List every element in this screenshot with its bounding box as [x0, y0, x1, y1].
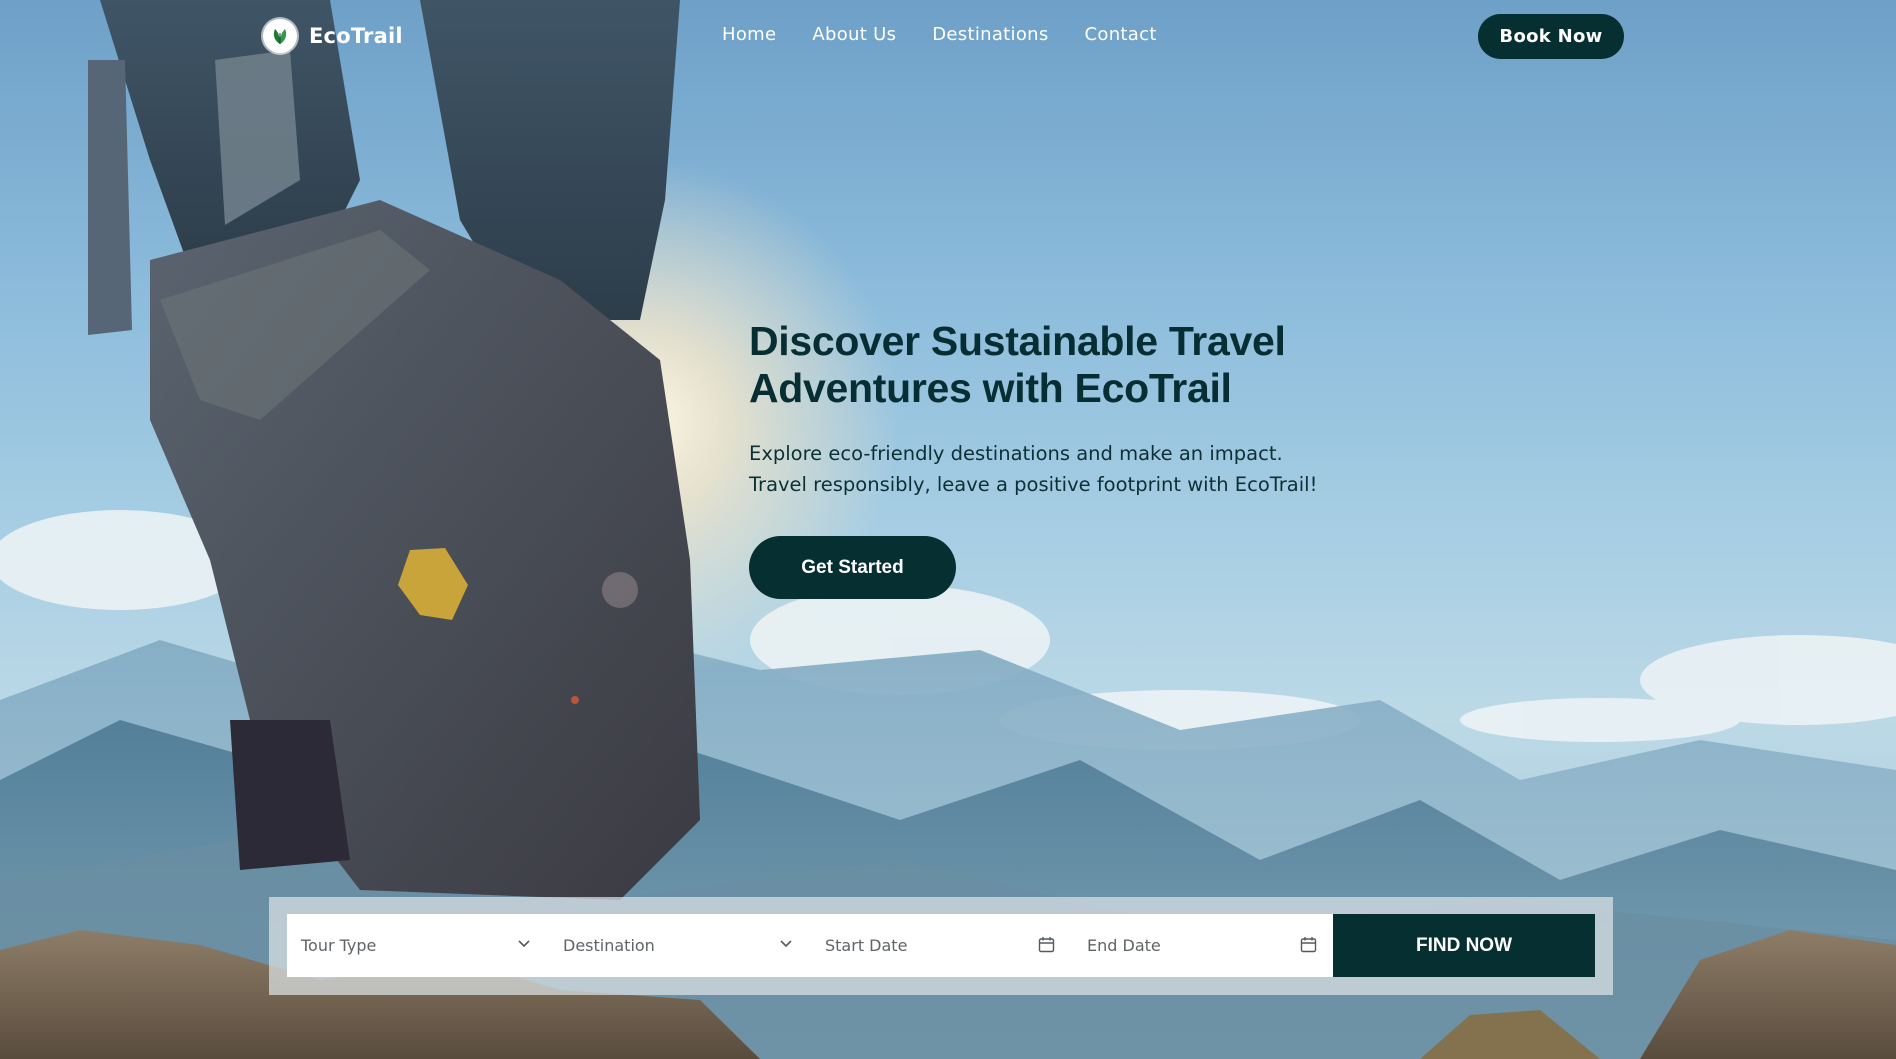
- start-date-placeholder: Start Date: [825, 936, 908, 955]
- nav-link-about-us[interactable]: About Us: [812, 24, 896, 45]
- brand-name: EcoTrail: [309, 24, 403, 48]
- brand[interactable]: EcoTrail: [263, 19, 403, 53]
- book-now-button[interactable]: Book Now: [1478, 14, 1624, 59]
- hero-subtitle: Explore eco-friendly destinations and ma…: [749, 438, 1369, 500]
- nav-link-contact[interactable]: Contact: [1085, 24, 1157, 45]
- destination-select[interactable]: Destination: [549, 914, 811, 977]
- nav-link-destinations[interactable]: Destinations: [932, 24, 1048, 45]
- search-form: Tour Type Destination Start Date End Dat…: [287, 914, 1595, 977]
- main-menu: Home About Us Destinations Contact: [722, 24, 1157, 45]
- chevron-down-icon: [779, 936, 793, 955]
- start-date-input[interactable]: Start Date: [811, 914, 1073, 977]
- nav-link-home[interactable]: Home: [722, 24, 776, 45]
- search-panel: Tour Type Destination Start Date End Dat…: [269, 897, 1613, 995]
- end-date-input[interactable]: End Date: [1073, 914, 1335, 977]
- hero-title-line-2: Adventures with EcoTrail: [749, 365, 1232, 411]
- calendar-icon[interactable]: [1300, 936, 1317, 958]
- get-started-button[interactable]: Get Started: [749, 536, 956, 599]
- hero-title: Discover Sustainable Travel Adventures w…: [749, 318, 1369, 412]
- end-date-placeholder: End Date: [1087, 936, 1161, 955]
- hero-subtitle-line-2: Travel responsibly, leave a positive foo…: [749, 473, 1318, 496]
- tour-type-placeholder: Tour Type: [301, 936, 377, 955]
- hero-subtitle-line-1: Explore eco-friendly destinations and ma…: [749, 442, 1283, 465]
- find-now-button[interactable]: FIND NOW: [1333, 914, 1595, 977]
- destination-placeholder: Destination: [563, 936, 655, 955]
- top-navigation: EcoTrail Home About Us Destinations Cont…: [0, 0, 1896, 72]
- chevron-down-icon: [517, 936, 531, 955]
- leaf-icon: [263, 19, 297, 53]
- hero-title-line-1: Discover Sustainable Travel: [749, 318, 1286, 364]
- hero-section: Discover Sustainable Travel Adventures w…: [749, 318, 1369, 500]
- calendar-icon[interactable]: [1038, 936, 1055, 958]
- tour-type-select[interactable]: Tour Type: [287, 914, 549, 977]
